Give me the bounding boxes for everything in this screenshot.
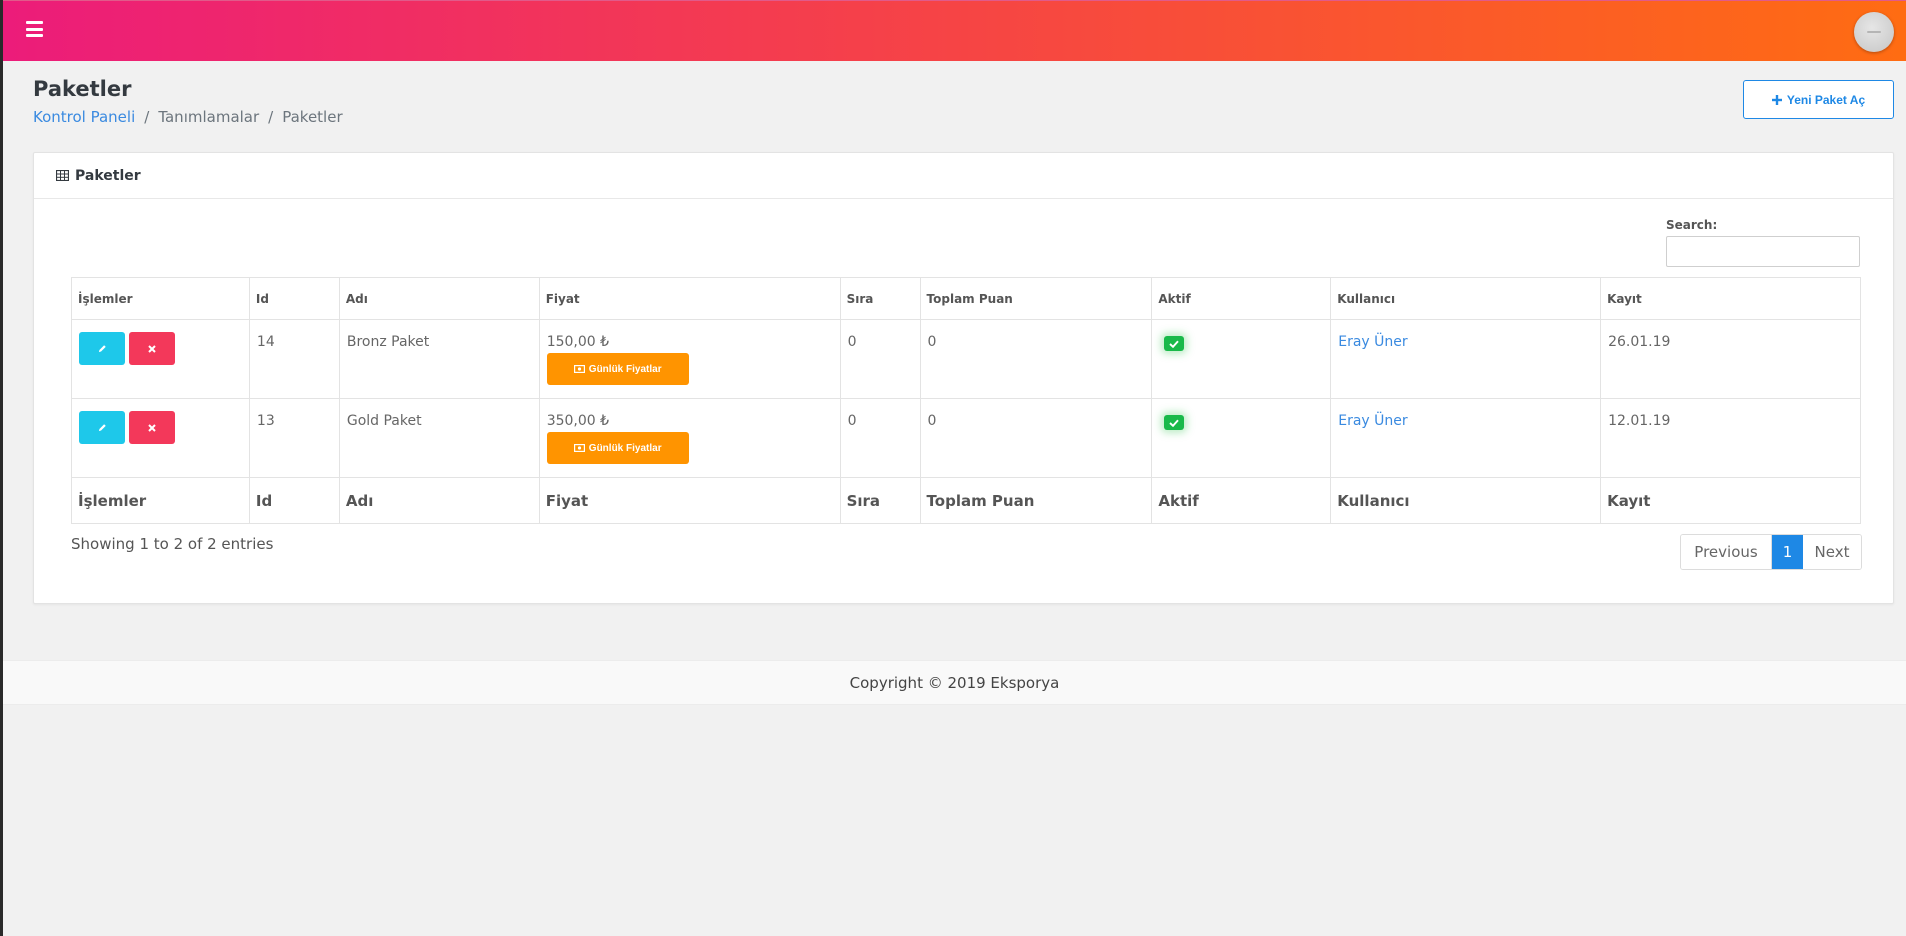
- top-navbar: [3, 0, 1906, 61]
- page-footer: Copyright © 2019 Eksporya: [3, 660, 1906, 705]
- pagination-previous[interactable]: Previous: [1681, 535, 1772, 569]
- column-footer-active: Aktif: [1151, 477, 1332, 524]
- breadcrumb-separator: /: [144, 108, 150, 126]
- cell-id: 14: [248, 319, 340, 399]
- user-avatar[interactable]: [1854, 12, 1894, 52]
- cell-order: 0: [839, 319, 921, 399]
- breadcrumb-separator: /: [268, 108, 274, 126]
- daily-prices-label: Günlük Fiyatlar: [588, 363, 662, 375]
- daily-prices-button[interactable]: Günlük Fiyatlar: [546, 432, 689, 464]
- pencil-icon: [98, 424, 106, 432]
- cell-active: [1151, 319, 1332, 399]
- column-footer-actions: İşlemler: [71, 477, 250, 524]
- column-header-order[interactable]: Sıra: [839, 277, 921, 320]
- search-label: Search:: [1666, 218, 1718, 232]
- column-header-id[interactable]: Id: [248, 277, 340, 320]
- column-header-name[interactable]: Adı: [338, 277, 540, 320]
- column-header-total-points[interactable]: Toplam Puan: [919, 277, 1153, 320]
- hamburger-icon[interactable]: [26, 21, 43, 37]
- pagination-next[interactable]: Next: [1803, 535, 1861, 569]
- entries-info: Showing 1 to 2 of 2 entries: [71, 535, 274, 553]
- cell-date: 26.01.19: [1600, 319, 1861, 399]
- price-value: 150,00 ₺: [546, 334, 610, 350]
- table-row: 14 Bronz Paket 150,00 ₺ Günlük Fiyatlar …: [71, 319, 1861, 399]
- cell-id: 13: [248, 398, 340, 478]
- cell-order: 0: [839, 398, 921, 478]
- column-footer-total-points: Toplam Puan: [919, 477, 1153, 524]
- money-icon: [573, 444, 585, 452]
- daily-prices-label: Günlük Fiyatlar: [588, 442, 662, 454]
- column-footer-name: Adı: [338, 477, 540, 524]
- plus-icon: [1771, 94, 1782, 105]
- packages-card: Paketler Search: İşlemler Id Adı Fiyat S…: [33, 152, 1894, 604]
- cell-price: 350,00 ₺ Günlük Fiyatlar: [538, 398, 841, 478]
- column-header-price[interactable]: Fiyat: [538, 277, 841, 320]
- packages-table: İşlemler Id Adı Fiyat Sıra Toplam Puan A…: [71, 277, 1861, 524]
- daily-prices-button[interactable]: Günlük Fiyatlar: [546, 353, 689, 385]
- breadcrumb-link-dashboard[interactable]: Kontrol Paneli: [33, 108, 135, 126]
- table-row: 13 Gold Paket 350,00 ₺ Günlük Fiyatlar 0…: [71, 398, 1861, 478]
- pencil-icon: [98, 345, 106, 353]
- column-footer-user: Kullanıcı: [1330, 477, 1602, 524]
- cell-total-points: 0: [919, 398, 1153, 478]
- new-package-label: Yeni Paket Aç: [1786, 92, 1866, 107]
- edit-button[interactable]: [79, 411, 125, 444]
- edit-button[interactable]: [79, 332, 125, 365]
- delete-button[interactable]: [129, 411, 175, 444]
- breadcrumb-item-packages: Paketler: [282, 108, 343, 126]
- close-icon: [148, 344, 156, 353]
- cell-name: Bronz Paket: [338, 319, 540, 399]
- column-header-active[interactable]: Aktif: [1151, 277, 1332, 320]
- card-header: Paketler: [34, 153, 1893, 199]
- pagination-page-1[interactable]: 1: [1772, 535, 1803, 569]
- cell-date: 12.01.19: [1600, 398, 1861, 478]
- row-actions: [71, 319, 250, 399]
- cell-user: Eray Üner: [1330, 398, 1602, 478]
- column-footer-price: Fiyat: [538, 477, 841, 524]
- money-icon: [573, 365, 585, 373]
- table-footer-row: İşlemler Id Adı Fiyat Sıra Toplam Puan A…: [71, 477, 1861, 524]
- table-header-row: İşlemler Id Adı Fiyat Sıra Toplam Puan A…: [71, 277, 1861, 320]
- pagination: Previous 1 Next: [1680, 534, 1862, 570]
- cell-total-points: 0: [919, 319, 1153, 399]
- row-actions: [71, 398, 250, 478]
- column-footer-id: Id: [248, 477, 340, 524]
- check-icon[interactable]: [1164, 336, 1185, 351]
- search-input[interactable]: [1666, 236, 1860, 267]
- column-header-date[interactable]: Kayıt: [1600, 277, 1861, 320]
- cell-price: 150,00 ₺ Günlük Fiyatlar: [538, 319, 841, 399]
- user-link[interactable]: Eray Üner: [1338, 413, 1407, 429]
- cell-name: Gold Paket: [338, 398, 540, 478]
- column-header-actions[interactable]: İşlemler: [71, 277, 250, 320]
- breadcrumb-item-definitions: Tanımlamalar: [158, 108, 260, 126]
- card-title: Paketler: [75, 167, 141, 184]
- breadcrumb: Kontrol Paneli / Tanımlamalar / Paketler: [33, 108, 343, 126]
- close-icon: [148, 423, 156, 432]
- page-title: Paketler: [33, 77, 132, 101]
- table-icon: [56, 170, 69, 181]
- cell-user: Eray Üner: [1330, 319, 1602, 399]
- cell-active: [1151, 398, 1332, 478]
- check-icon[interactable]: [1164, 415, 1185, 430]
- price-value: 350,00 ₺: [546, 413, 610, 429]
- delete-button[interactable]: [129, 332, 175, 365]
- new-package-button[interactable]: Yeni Paket Aç: [1743, 80, 1894, 119]
- column-header-user[interactable]: Kullanıcı: [1330, 277, 1602, 320]
- column-footer-order: Sıra: [839, 477, 921, 524]
- user-link[interactable]: Eray Üner: [1338, 334, 1407, 350]
- column-footer-date: Kayıt: [1600, 477, 1861, 524]
- copyright-text: Copyright © 2019 Eksporya: [849, 673, 1060, 692]
